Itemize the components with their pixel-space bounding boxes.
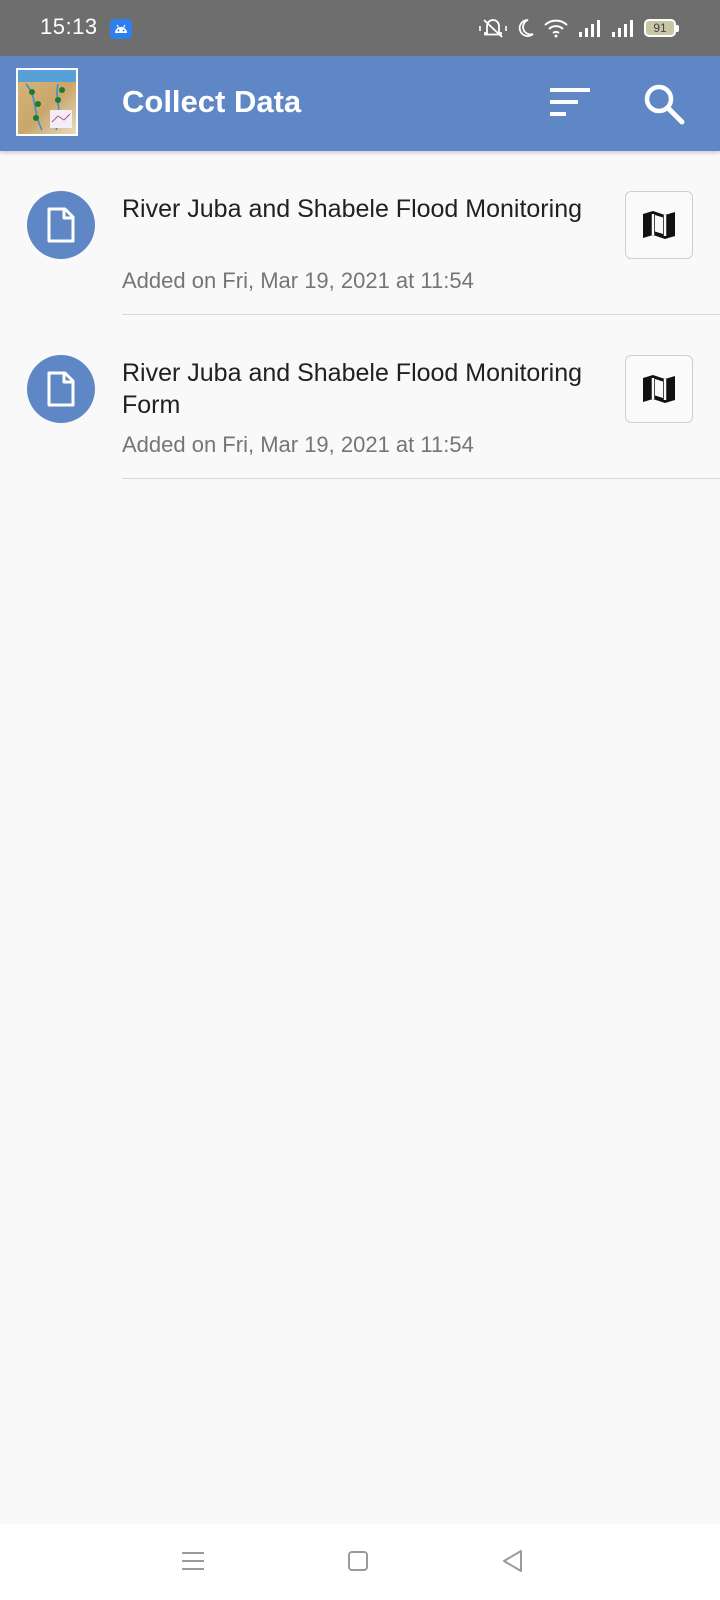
form-subtitle: Added on Fri, Mar 19, 2021 at 11:54 <box>122 268 474 293</box>
map-button[interactable] <box>625 355 693 423</box>
system-nav-bar <box>0 1524 720 1600</box>
form-list: River Juba and Shabele Flood Monitoring … <box>0 151 720 479</box>
menu-nav-icon <box>182 1552 204 1570</box>
moon-icon <box>516 18 534 38</box>
list-item[interactable]: River Juba and Shabele Flood Monitoring … <box>0 315 720 479</box>
signal-icon <box>578 19 602 37</box>
list-item[interactable]: River Juba and Shabele Flood Monitoring … <box>0 151 720 315</box>
form-title: River Juba and Shabele Flood Monitoring <box>122 195 582 223</box>
search-button[interactable] <box>642 82 686 126</box>
search-icon <box>644 84 685 125</box>
wifi-icon <box>543 18 569 38</box>
mute-icon <box>479 17 507 39</box>
back-nav-button[interactable] <box>498 1546 528 1576</box>
app-logo <box>16 68 78 136</box>
map-icon <box>643 211 675 239</box>
app-bar: Collect Data <box>0 56 720 151</box>
menu-nav-button[interactable] <box>178 1546 208 1576</box>
sort-button[interactable] <box>548 82 594 122</box>
form-title: River Juba and Shabele Flood Monitoring … <box>122 359 582 419</box>
back-nav-icon <box>503 1550 522 1572</box>
divider <box>122 478 720 479</box>
status-bar: 15:13 91 <box>0 0 720 56</box>
map-button[interactable] <box>625 191 693 259</box>
form-avatar <box>27 191 95 259</box>
form-document-icon <box>47 207 75 243</box>
form-subtitle: Added on Fri, Mar 19, 2021 at 11:54 <box>122 432 474 457</box>
status-icons: 91 <box>479 14 679 42</box>
home-nav-button[interactable] <box>343 1546 373 1576</box>
signal-icon <box>611 19 635 37</box>
home-nav-icon <box>348 1551 368 1571</box>
sort-icon <box>550 88 590 116</box>
battery-icon: 91 <box>644 19 679 37</box>
android-notification-icon <box>110 19 132 39</box>
form-avatar <box>27 355 95 423</box>
map-icon <box>643 375 675 403</box>
page-title: Collect Data <box>122 84 302 119</box>
status-time: 15:13 <box>40 14 98 39</box>
form-document-icon <box>47 371 75 407</box>
